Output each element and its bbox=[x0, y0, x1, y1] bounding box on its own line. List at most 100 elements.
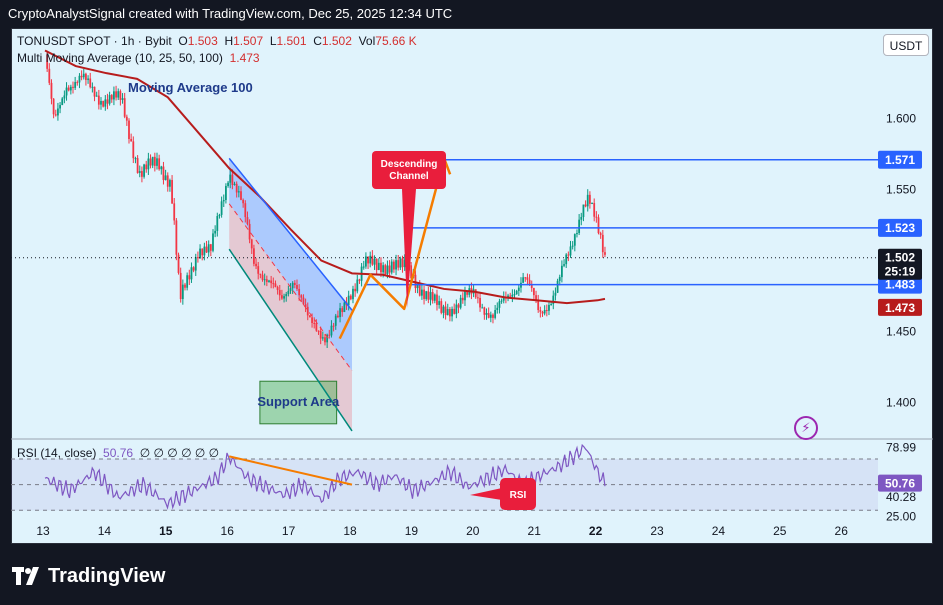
candle-body bbox=[597, 217, 600, 234]
currency-button[interactable]: USDT bbox=[883, 34, 929, 56]
candle-body bbox=[573, 234, 576, 246]
tradingview-logo-text: TradingView bbox=[48, 564, 166, 587]
candle-body bbox=[119, 91, 122, 100]
candle-body bbox=[459, 297, 462, 308]
candle-body bbox=[591, 203, 593, 205]
candle-body bbox=[358, 279, 361, 281]
candle-body bbox=[341, 308, 344, 313]
candle-body bbox=[481, 307, 484, 309]
candle-body bbox=[576, 233, 578, 235]
candle-body bbox=[474, 289, 477, 298]
candle-body bbox=[156, 158, 158, 166]
candle-body bbox=[179, 272, 182, 300]
candle-body bbox=[461, 297, 464, 301]
candle-body bbox=[227, 182, 229, 186]
candle-body bbox=[362, 266, 365, 268]
candle-body bbox=[584, 204, 587, 207]
time-axis-tick: 18 bbox=[343, 524, 357, 538]
candle-body bbox=[571, 245, 574, 247]
candle-body bbox=[431, 292, 434, 301]
candle-body bbox=[192, 267, 195, 271]
time-axis-tick: 21 bbox=[528, 524, 542, 538]
support-area-label: Support Area bbox=[257, 394, 340, 409]
candle-body bbox=[149, 158, 152, 166]
candle-body bbox=[386, 265, 389, 275]
candle-body bbox=[235, 183, 238, 193]
candle-body bbox=[214, 230, 217, 234]
candle-body bbox=[65, 87, 68, 96]
time-axis-tick: 20 bbox=[466, 524, 480, 538]
candle-body bbox=[72, 86, 74, 88]
candle-body bbox=[145, 164, 148, 170]
candle-body bbox=[296, 284, 298, 289]
candle-body bbox=[309, 315, 311, 318]
candle-body bbox=[106, 99, 109, 104]
time-axis-tick: 24 bbox=[712, 524, 726, 538]
descending-channel-callout-box bbox=[372, 151, 446, 189]
candle-body bbox=[423, 289, 425, 299]
candle-body bbox=[87, 78, 89, 80]
candle-body bbox=[377, 262, 380, 271]
candle-body bbox=[207, 244, 210, 253]
candle-body bbox=[117, 91, 120, 98]
candle-body bbox=[565, 254, 568, 265]
rsi-legend: RSI (14, close) 50.76 ∅ ∅ ∅ ∅ ∅ ∅ bbox=[17, 446, 219, 460]
candle-body bbox=[197, 257, 199, 259]
candle-body bbox=[270, 280, 273, 284]
candle-body bbox=[274, 283, 277, 288]
candle-body bbox=[212, 233, 214, 251]
candle-body bbox=[545, 310, 548, 312]
candle-body bbox=[281, 295, 283, 299]
candle-body bbox=[237, 191, 240, 193]
open-value: 1.503 bbox=[187, 34, 218, 48]
candle-body bbox=[401, 258, 404, 268]
candle-body bbox=[147, 158, 150, 170]
candle-body bbox=[225, 185, 227, 200]
time-axis-tick: 19 bbox=[405, 524, 419, 538]
candle-body bbox=[104, 99, 107, 107]
price-axis-tick: 1.550 bbox=[886, 183, 916, 197]
rsi-value-tag-text: 50.76 bbox=[885, 477, 915, 491]
candle-body bbox=[216, 216, 219, 231]
candle-body bbox=[588, 194, 591, 204]
candle-body bbox=[541, 311, 544, 314]
candle-body bbox=[162, 166, 165, 181]
tradingview-logo-icon bbox=[12, 567, 39, 585]
candle-body bbox=[453, 308, 456, 314]
lightning-icon[interactable]: ⚡ bbox=[794, 416, 818, 440]
candle-body bbox=[554, 292, 557, 296]
candle-body bbox=[222, 199, 225, 202]
candle-body bbox=[231, 174, 234, 185]
rsi-axis-tick: 78.99 bbox=[886, 440, 916, 454]
candle-body bbox=[347, 295, 350, 306]
candle-body bbox=[513, 294, 516, 296]
time-axis-tick: 23 bbox=[650, 524, 664, 538]
candle-body bbox=[560, 265, 563, 278]
candle-body bbox=[393, 261, 395, 270]
level-price-tag-text: 1.523 bbox=[885, 221, 915, 235]
candle-body bbox=[272, 283, 275, 285]
candle-body bbox=[108, 95, 111, 104]
price-chart[interactable]: Moving Average 100 DescendingChannel Suppo… bbox=[0, 0, 943, 605]
candle-body bbox=[489, 314, 492, 318]
candle-body bbox=[302, 297, 305, 305]
candle-body bbox=[100, 100, 102, 105]
candle-body bbox=[311, 317, 313, 323]
candle-body bbox=[442, 306, 445, 313]
candle-body bbox=[201, 248, 204, 256]
candle-body bbox=[373, 258, 376, 265]
candle-body bbox=[164, 175, 167, 181]
candle-body bbox=[399, 258, 402, 268]
candle-body bbox=[483, 307, 486, 315]
candle-body bbox=[586, 194, 589, 207]
candle-body bbox=[332, 325, 335, 327]
tradingview-logo[interactable]: TradingView bbox=[12, 563, 165, 589]
candle-body bbox=[433, 294, 436, 301]
candle-body bbox=[166, 175, 169, 187]
low-value: 1.501 bbox=[276, 34, 307, 48]
candle-body bbox=[448, 309, 451, 317]
descending-channel-label-2: Channel bbox=[389, 171, 429, 182]
level-price-tag-text: 1.571 bbox=[885, 153, 915, 167]
candle-body bbox=[337, 315, 339, 318]
candle-body bbox=[250, 239, 253, 249]
